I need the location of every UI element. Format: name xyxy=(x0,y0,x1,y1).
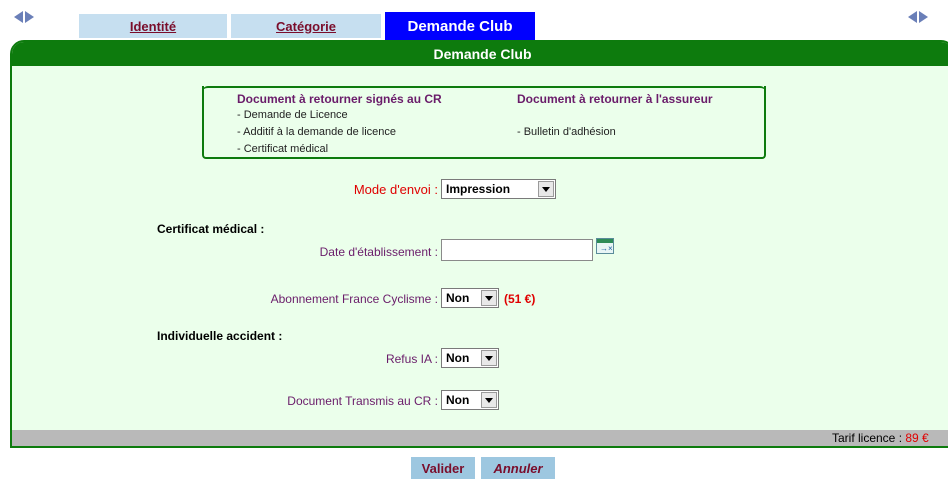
prev-arrow-icon[interactable] xyxy=(908,11,917,23)
tarif-licence: Tarif licence : 89 € xyxy=(832,431,929,445)
tab-nav-arrows-right[interactable] xyxy=(908,10,934,24)
cr-document-item: - Demande de Licence xyxy=(237,109,348,121)
annuler-button[interactable]: Annuler xyxy=(481,457,555,479)
refus-ia-value: Non xyxy=(446,351,470,365)
next-arrow-icon[interactable] xyxy=(919,11,928,23)
chevron-down-icon[interactable] xyxy=(481,290,497,306)
cr-documents-heading: Document à retourner signés au CR xyxy=(237,92,442,106)
tarif-value: 89 € xyxy=(905,431,929,445)
tab-categorie[interactable]: Catégorie xyxy=(231,14,381,38)
abonnement-label: Abonnement France Cyclisme : xyxy=(270,292,438,306)
next-arrow-icon[interactable] xyxy=(25,11,34,23)
tab-nav-arrows-left[interactable] xyxy=(14,10,40,24)
abonnement-price: (51 €) xyxy=(504,292,536,306)
mode-envoi-label: Mode d'envoi : xyxy=(353,182,438,197)
document-transmis-select[interactable]: Non xyxy=(441,390,499,410)
tarif-bar: Tarif licence : 89 € xyxy=(12,430,948,446)
mode-envoi-value: Impression xyxy=(446,182,511,196)
tab-demande-club[interactable]: Demande Club xyxy=(385,12,535,40)
document-transmis-label: Document Transmis au CR : xyxy=(287,394,438,408)
abonnement-value: Non xyxy=(446,291,470,305)
chevron-down-icon[interactable] xyxy=(481,350,497,366)
assureur-documents-heading: Document à retourner à l'assureur xyxy=(517,92,713,106)
demande-club-panel: Demande Club Document à retourner signés… xyxy=(10,40,948,448)
cr-document-item: - Additif à la demande de licence xyxy=(237,126,396,138)
assureur-document-item: - Bulletin d'adhésion xyxy=(517,126,616,138)
prev-arrow-icon[interactable] xyxy=(14,11,23,23)
valider-button[interactable]: Valider xyxy=(411,457,475,479)
chevron-down-icon[interactable] xyxy=(538,181,554,197)
date-etablissement-input[interactable] xyxy=(441,239,593,261)
abonnement-select[interactable]: Non xyxy=(441,288,499,308)
refus-ia-select[interactable]: Non xyxy=(441,348,499,368)
mode-envoi-select[interactable]: Impression xyxy=(441,179,556,199)
panel-title: Demande Club xyxy=(12,42,948,66)
tarif-label: Tarif licence : xyxy=(832,431,906,445)
tab-identite[interactable]: Identité xyxy=(79,14,227,38)
document-transmis-value: Non xyxy=(446,393,470,407)
date-etablissement-label: Date d'établissement : xyxy=(319,245,438,259)
calendar-icon[interactable]: →× xyxy=(596,238,614,254)
certificat-section-title: Certificat médical : xyxy=(157,222,265,236)
refus-ia-label: Refus IA : xyxy=(385,352,438,366)
chevron-down-icon[interactable] xyxy=(481,392,497,408)
cr-document-item: - Certificat médical xyxy=(237,143,329,155)
ia-section-title: Individuelle accident : xyxy=(157,329,283,343)
